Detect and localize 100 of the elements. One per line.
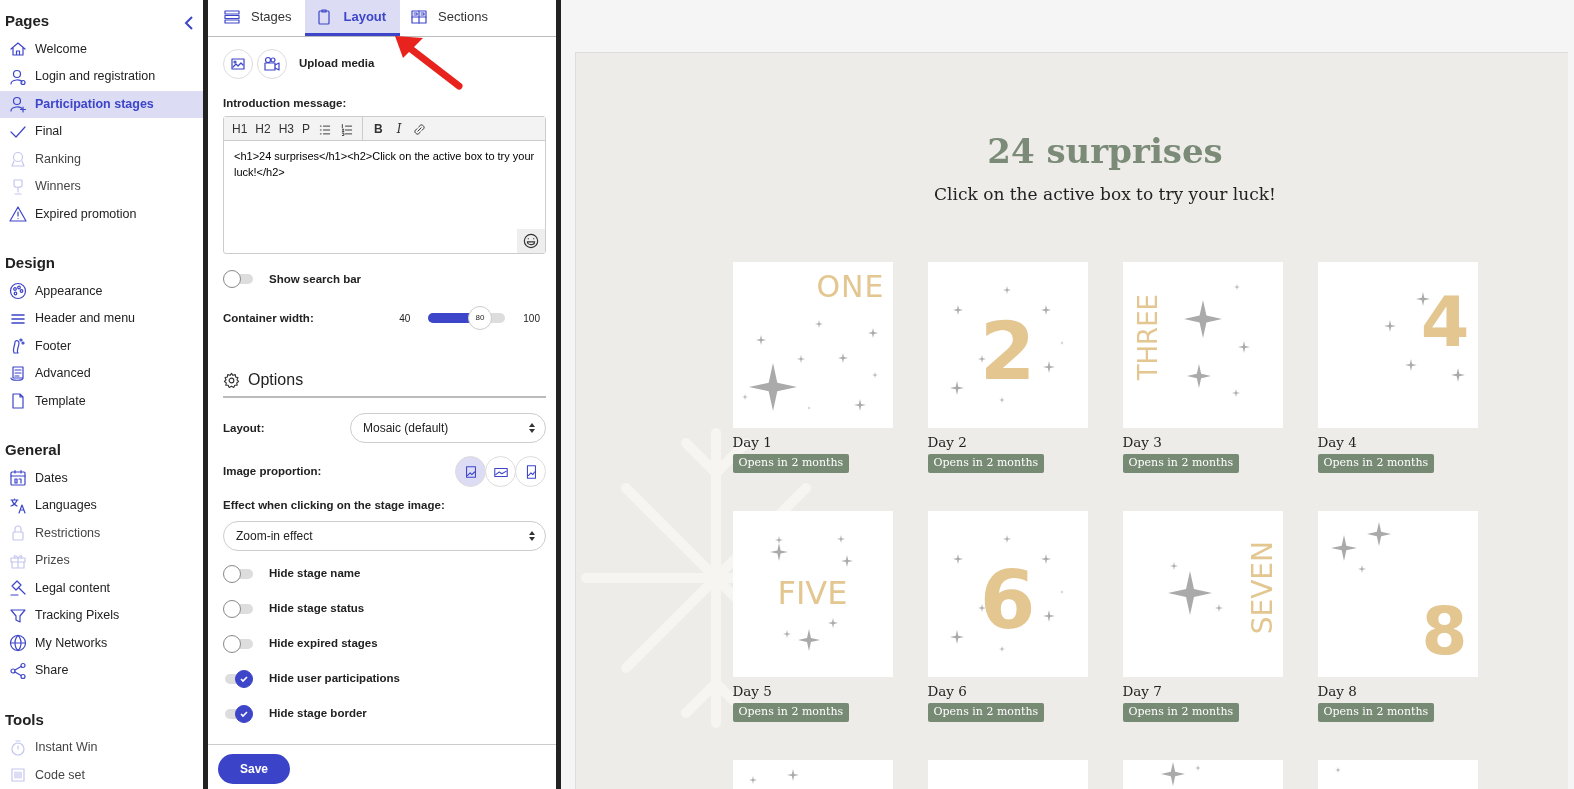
stage-art-text: ONE [816,272,885,303]
toolbar-button[interactable]: I [392,119,406,138]
sidebar-item[interactable]: Login and registration [0,63,203,91]
save-button[interactable]: Save [218,754,291,784]
toggle-label: Hide expired stages [269,635,378,651]
proportion-option[interactable] [515,456,546,488]
field-label: Effect when clicking on the stage image: [223,498,446,514]
status-badge: Opens in 2 months [732,454,850,473]
section-title: Tools [4,709,44,730]
tab[interactable]: Sections [400,0,502,36]
tab[interactable]: Layout [305,0,401,36]
proportion-option[interactable] [455,456,486,488]
field-label: Layout: [223,420,265,436]
toolbar-button[interactable]: B [370,119,387,138]
toggle-label: Hide stage border [269,705,367,721]
sidebar-item[interactable]: Welcome [0,35,203,63]
toolbar-button[interactable]: H2 [251,119,275,138]
bullet-list-icon [318,122,333,137]
sidebar-item[interactable]: My Networks [0,629,203,657]
stage-name: Day 8 [1317,683,1358,700]
text-editor[interactable]: H1 H2 H3 P B I <h1>24 surprises</h1><h2>Click on the active box to try your luck!</h2> [223,116,546,255]
stage-art-text: 2 [979,312,1036,393]
section-title: Design [4,253,55,273]
stage-name: Day 7 [1122,683,1163,700]
grid-icon [410,7,429,26]
check-icon [239,708,249,719]
status-badge: Opens in 2 months [927,703,1045,722]
stage-name: Day 1 [732,434,773,451]
field-label: Image proportion: [223,464,322,480]
stage-name: Day 3 [1122,434,1163,451]
section-title: Pages [4,11,50,31]
sidebar-item[interactable]: Legal content [0,574,203,602]
slider-value[interactable]: 80 [467,306,492,331]
emoji-icon[interactable] [523,233,539,250]
sidebar-item[interactable]: Dates [0,464,203,492]
field-label: Container width: [223,310,314,326]
stage-name: Day 6 [927,683,968,700]
sidebar-item[interactable]: Languages [0,492,203,520]
toggle-label: Hide stage name [269,565,361,581]
gear-icon [223,371,240,389]
sidebar-item[interactable]: Header and menu [0,305,203,333]
collapse-icon[interactable] [183,14,195,31]
sidebar-item[interactable]: Final [0,118,203,146]
toggle-switch[interactable] [223,704,253,723]
page-subtitle: Click on the active box to try your luck! [933,182,1277,206]
sidebar-item[interactable]: Tracking Pixels [0,602,203,630]
sidebar-item[interactable]: Expired promotion [0,200,203,228]
proportion-option[interactable] [485,456,516,488]
sidebar-item[interactable]: Template [0,387,203,415]
toggle-label: Show search bar [269,271,362,287]
sidebar-item[interactable]: Participation stages [0,90,203,118]
stage-art-text: 6 [979,561,1036,642]
stage-art-text: FIVE [776,577,849,610]
camera-icon [263,55,281,73]
sidebar-item[interactable]: Footer [0,332,203,360]
check-icon [239,673,249,684]
toggle-switch[interactable] [223,669,253,688]
image-icon [229,55,247,73]
sort-caret-icon [529,423,535,434]
status-badge: Opens in 2 months [927,454,1045,473]
link-icon [412,122,428,138]
sidebar-item[interactable]: Share [0,657,203,685]
dropdown[interactable]: Mosaic (default) [350,413,546,444]
dropdown[interactable]: Zoom-in effect [223,520,546,551]
sparkle-drawing [1330,522,1391,574]
toggle-switch[interactable] [223,634,253,653]
toggle-switch[interactable] [223,599,253,618]
toolbar-button[interactable]: H3 [274,119,299,138]
slider-max-label: 100 [523,311,540,326]
stage-name: Day 2 [927,434,968,451]
toggle-switch[interactable] [223,270,253,289]
status-badge: Opens in 2 months [1317,703,1435,722]
status-badge: Opens in 2 months [1122,703,1240,722]
sort-caret-icon [529,530,535,541]
tab[interactable]: Stages [213,0,306,36]
video-upload-button[interactable] [257,49,287,79]
image-upload-button[interactable] [223,49,253,79]
sparkle-drawing [1167,562,1223,616]
section-title: General [4,440,61,460]
upload-media-label: Upload media [299,56,375,72]
toggle-switch[interactable] [223,564,253,583]
sidebar-item[interactable]: Appearance [0,277,203,305]
field-label: Introduction message: [223,96,348,111]
toggle-label: Hide stage status [269,600,365,616]
sidebar-item[interactable]: Advanced [0,360,203,388]
stack-icon [223,7,241,26]
page-title: 24 surprises [986,131,1224,172]
status-badge: Opens in 2 months [1122,454,1240,473]
toolbar-button[interactable]: H1 [228,119,252,138]
section-title: Options [248,370,304,391]
toolbar-button[interactable]: P [298,119,315,138]
stage-name: Day 4 [1317,434,1358,451]
stage-art-text: 4 [1420,287,1470,358]
stage-art-text: 8 [1421,599,1468,666]
width-slider[interactable]: 80 [428,306,506,331]
slider-min-label: 40 [399,311,411,326]
stage-art-text: SEVEN [1248,541,1277,635]
stage-art-text: THREE [1134,294,1161,381]
stage-name: Day 5 [732,683,773,700]
numbered-list-icon [340,122,355,137]
